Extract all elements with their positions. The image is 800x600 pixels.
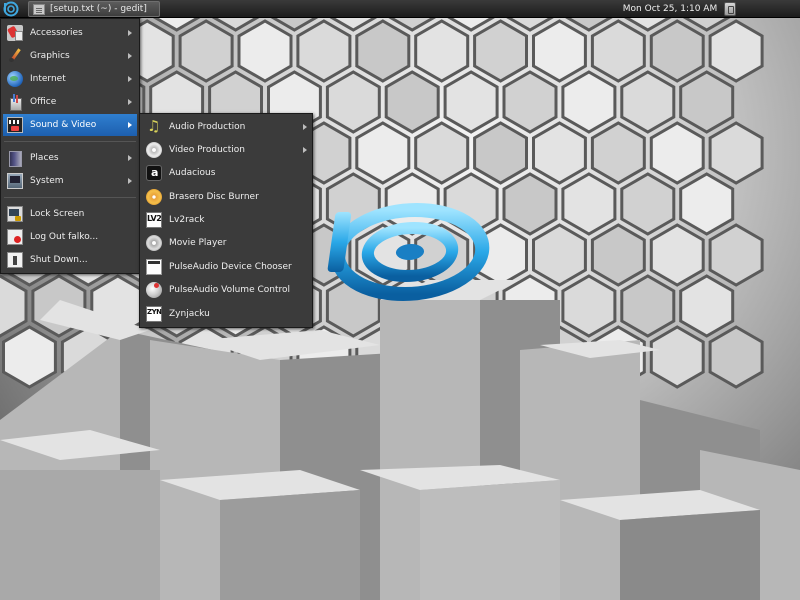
- submenu-arrow-icon: [303, 124, 307, 130]
- submenu-item-zynjacku[interactable]: Zynjacku: [142, 303, 312, 325]
- sound-video-submenu: Audio Production Video Production Audaci…: [139, 113, 313, 328]
- applications-menu: Accessories Graphics Internet Office Sou…: [0, 18, 140, 274]
- submenu-item-lv2rack[interactable]: Lv2rack: [142, 209, 312, 231]
- disc-icon: [146, 142, 162, 158]
- menu-item-label: Graphics: [30, 51, 70, 61]
- graphics-icon: [7, 48, 23, 64]
- menu-item-accessories[interactable]: Accessories: [3, 22, 137, 44]
- menu-item-label: Shut Down...: [30, 255, 88, 265]
- submenu-arrow-icon: [303, 147, 307, 153]
- submenu-item-pulseaudio-volume-control[interactable]: PulseAudio Volume Control: [142, 279, 312, 301]
- menu-item-graphics[interactable]: Graphics: [3, 45, 137, 67]
- distro-logo-icon: [3, 1, 19, 17]
- submenu-item-audacious[interactable]: Audacious: [142, 162, 312, 184]
- applications-menu-button[interactable]: [0, 0, 22, 18]
- menu-separator: [4, 141, 136, 142]
- system-icon: [7, 173, 23, 189]
- sound-video-icon: [7, 117, 23, 133]
- submenu-item-brasero[interactable]: Brasero Disc Burner: [142, 186, 312, 208]
- shut-down-icon: [7, 252, 23, 268]
- lv2rack-icon: [146, 212, 162, 228]
- submenu-arrow-icon: [128, 178, 132, 184]
- submenu-arrow-icon: [128, 99, 132, 105]
- top-panel: [setup.txt (~) - gedit] Mon Oct 25, 1:10…: [0, 0, 800, 18]
- menu-item-label: PulseAudio Device Chooser: [169, 262, 292, 272]
- brasero-icon: [146, 189, 162, 205]
- menu-item-label: System: [30, 176, 64, 186]
- menu-separator: [4, 197, 136, 198]
- pulseaudio-chooser-icon: [146, 259, 162, 275]
- menu-item-label: Places: [30, 153, 59, 163]
- menu-item-shut-down[interactable]: Shut Down...: [3, 249, 137, 271]
- submenu-item-pulseaudio-device-chooser[interactable]: PulseAudio Device Chooser: [142, 256, 312, 278]
- menu-item-office[interactable]: Office: [3, 91, 137, 113]
- menu-item-label: Audacious: [169, 168, 216, 178]
- submenu-arrow-icon: [128, 155, 132, 161]
- taskbar-window-gedit[interactable]: [setup.txt (~) - gedit]: [28, 1, 160, 17]
- accessories-icon: [7, 25, 23, 41]
- menu-item-label: Brasero Disc Burner: [169, 192, 259, 202]
- places-icon: [7, 150, 23, 167]
- panel-clock[interactable]: Mon Oct 25, 1:10 AM: [620, 0, 720, 18]
- log-out-icon: [7, 229, 23, 245]
- internet-globe-icon: [7, 71, 23, 87]
- menu-item-label: Video Production: [169, 145, 245, 155]
- submenu-item-audio-production[interactable]: Audio Production: [142, 116, 312, 138]
- menu-item-label: Lock Screen: [30, 209, 85, 219]
- menu-item-label: Lv2rack: [169, 215, 205, 225]
- menu-item-log-out[interactable]: Log Out falko...: [3, 226, 137, 248]
- submenu-arrow-icon: [128, 76, 132, 82]
- distro-3d-logo-icon: [327, 203, 490, 301]
- submenu-arrow-icon: [128, 53, 132, 59]
- menu-item-label: Office: [30, 97, 57, 107]
- submenu-item-video-production[interactable]: Video Production: [142, 139, 312, 161]
- office-icon: [7, 94, 23, 111]
- taskbar-window-title: [setup.txt (~) - gedit]: [50, 4, 147, 14]
- lock-screen-icon: [7, 206, 23, 222]
- menu-item-places[interactable]: Places: [3, 147, 137, 169]
- menu-item-label: Sound & Video: [30, 120, 97, 130]
- music-note-icon: [146, 117, 162, 135]
- menu-item-label: Audio Production: [169, 122, 246, 132]
- menu-item-label: Accessories: [30, 28, 83, 38]
- system-tray-icon[interactable]: [724, 2, 736, 16]
- menu-item-label: Zynjacku: [169, 309, 210, 319]
- submenu-arrow-icon: [128, 30, 132, 36]
- menu-item-sound-video[interactable]: Sound & Video: [3, 114, 137, 136]
- pulseaudio-volume-icon: [146, 282, 162, 298]
- zynjacku-icon: [146, 306, 162, 322]
- submenu-arrow-icon: [128, 122, 132, 128]
- menu-item-label: Log Out falko...: [30, 232, 99, 242]
- audacious-icon: [146, 165, 162, 181]
- submenu-item-movie-player[interactable]: Movie Player: [142, 232, 312, 254]
- menu-item-system[interactable]: System: [3, 170, 137, 192]
- text-editor-icon: [33, 3, 45, 15]
- menu-item-internet[interactable]: Internet: [3, 68, 137, 90]
- menu-item-label: Movie Player: [169, 238, 227, 248]
- menu-item-lock-screen[interactable]: Lock Screen: [3, 203, 137, 225]
- menu-item-label: PulseAudio Volume Control: [169, 285, 291, 295]
- movie-player-icon: [146, 235, 162, 251]
- menu-item-label: Internet: [30, 74, 66, 84]
